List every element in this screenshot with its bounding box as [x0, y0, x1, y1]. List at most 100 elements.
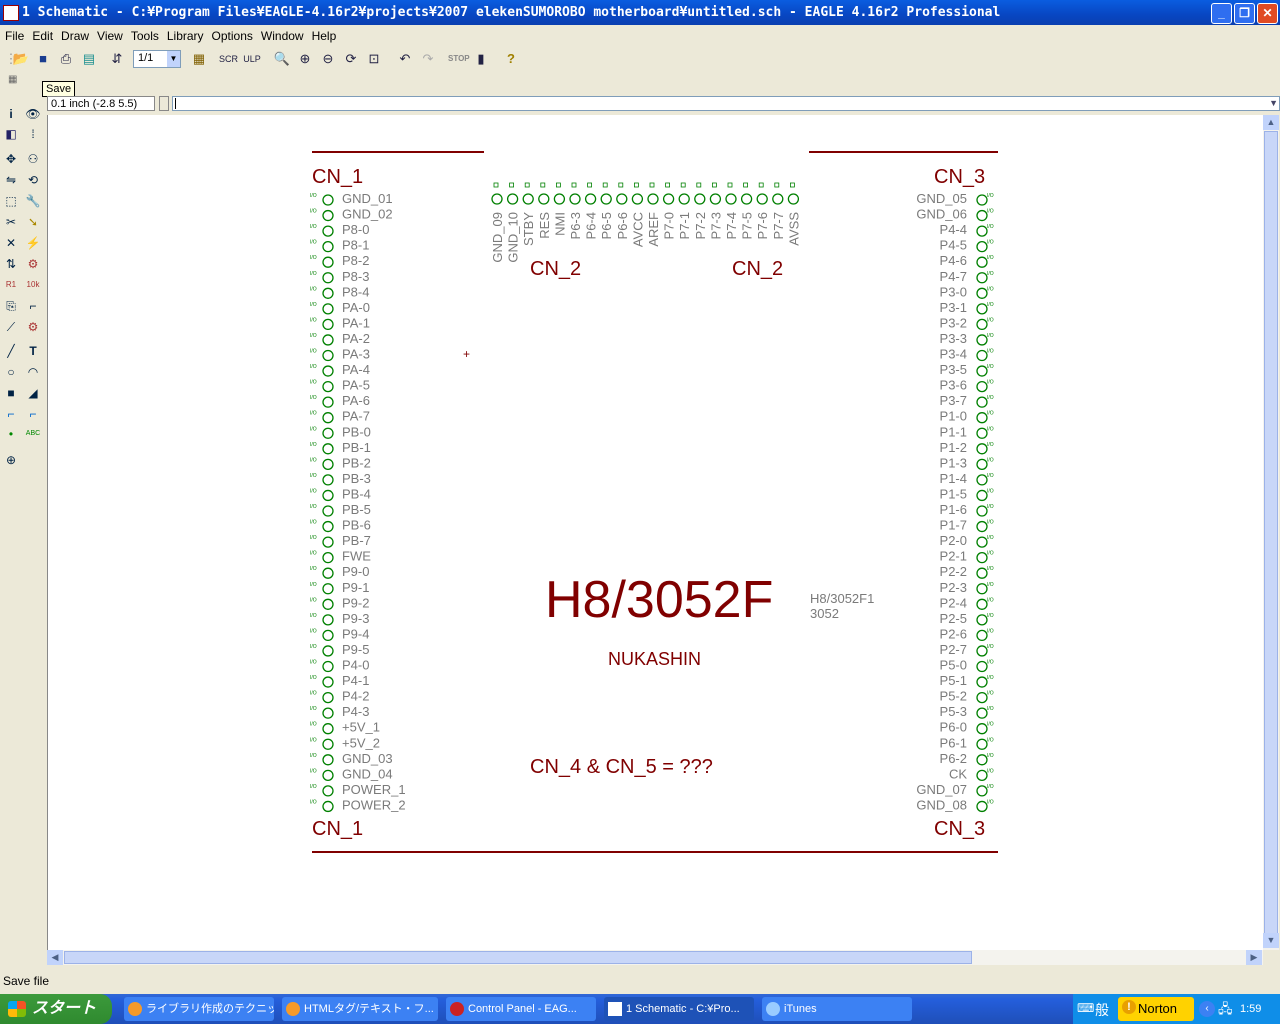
move-icon[interactable]: ✥ — [2, 150, 20, 168]
split-icon[interactable]: ⟋ — [2, 318, 20, 336]
cn1-pin-io: I/O — [310, 193, 317, 199]
scroll-left-icon[interactable]: ◀ — [47, 950, 63, 965]
vertical-scroll-thumb[interactable] — [1264, 131, 1278, 945]
arc-icon[interactable]: ◠ — [24, 363, 42, 381]
erc-icon[interactable]: ⊕ — [2, 451, 20, 469]
horizontal-scroll-thumb[interactable] — [64, 951, 972, 964]
rotate-icon[interactable]: ⟲ — [24, 171, 42, 189]
rect-icon[interactable]: ■ — [2, 384, 20, 402]
paste-icon[interactable]: ➘ — [24, 213, 42, 231]
show-eye-icon[interactable]: 👁 — [24, 105, 42, 123]
cn1-pin-label: PB-6 — [342, 518, 371, 533]
zoom-fit-icon[interactable]: 🔍 — [273, 50, 291, 68]
change-wrench-icon[interactable]: 🔧 — [24, 192, 42, 210]
minimize-button[interactable]: _ — [1211, 3, 1232, 24]
redraw-icon[interactable]: ⟳ — [342, 50, 360, 68]
menu-edit[interactable]: Edit — [27, 26, 56, 43]
cn1-pin-io: I/O — [310, 644, 317, 650]
task-firefox-1[interactable]: ライブラリ作成のテクニッ... — [124, 997, 274, 1021]
help-icon[interactable]: ? — [502, 50, 520, 68]
use-library-icon[interactable]: ⇵ — [108, 50, 126, 68]
replace-icon[interactable]: ⚙ — [24, 255, 42, 273]
zoom-in-icon[interactable]: ⊕ — [296, 50, 314, 68]
undo-icon[interactable]: ↶ — [396, 50, 414, 68]
name-icon[interactable]: R1 — [2, 276, 20, 294]
scroll-right-icon[interactable]: ▶ — [1246, 950, 1262, 965]
menu-library[interactable]: Library — [162, 26, 207, 43]
script-icon[interactable]: SCR — [219, 50, 238, 68]
print-icon[interactable]: ⎙ — [57, 50, 75, 68]
delete-icon[interactable]: ✕ — [2, 234, 20, 252]
scroll-down-icon[interactable]: ▼ — [1263, 933, 1279, 948]
miter-icon[interactable]: ⌐ — [24, 297, 42, 315]
copy-icon[interactable]: ⚇ — [24, 150, 42, 168]
grid-button[interactable] — [159, 96, 169, 111]
pinswap-icon[interactable]: ⇅ — [2, 255, 20, 273]
menu-help[interactable]: Help — [307, 26, 340, 43]
chevron-down-icon[interactable]: ▼ — [1269, 98, 1278, 108]
task-control-panel[interactable]: Control Panel - EAG... — [446, 997, 596, 1021]
menu-draw[interactable]: Draw — [56, 26, 92, 43]
cn2-pin-label: GND_09 — [490, 212, 505, 263]
firefox-icon — [128, 1002, 142, 1016]
menu-file[interactable]: File — [0, 26, 27, 43]
add-part-icon[interactable]: ⚡ — [24, 234, 42, 252]
close-button[interactable]: ✕ — [1257, 3, 1278, 24]
cut-icon[interactable]: ✂ — [2, 213, 20, 231]
ime-mode[interactable]: 般 — [1095, 1000, 1109, 1020]
mirror-icon[interactable]: ⇋ — [2, 171, 20, 189]
keyboard-icon[interactable]: ⌨ — [1077, 1001, 1094, 1015]
task-firefox-2[interactable]: HTMLタグ/テキスト・フ... — [282, 997, 438, 1021]
maximize-button[interactable]: ❐ — [1234, 3, 1255, 24]
bus-icon[interactable]: ⌐ — [2, 405, 20, 423]
eagle-app-icon[interactable] — [3, 5, 19, 21]
sheet-select[interactable]: 1/1 ▼ — [133, 50, 181, 68]
cam-icon[interactable]: ▤ — [80, 50, 98, 68]
zoom-select-icon[interactable]: ⊡ — [365, 50, 383, 68]
info-icon[interactable]: i — [2, 105, 20, 123]
label-icon[interactable]: ABC — [24, 425, 42, 443]
schematic-canvas[interactable]: CN_1 CN_1 CN_3 CN_3 CN_2 CN_2 H8/3052F H… — [47, 115, 1264, 950]
go-icon[interactable]: ▮ — [472, 50, 490, 68]
circle-icon[interactable]: ○ — [2, 363, 20, 381]
stop-icon[interactable]: STOP — [448, 50, 470, 68]
horizontal-scrollbar[interactable]: ◀ ▶ — [47, 950, 1263, 965]
cn3-pin-circle — [976, 660, 988, 673]
group-icon[interactable]: ⬚ — [2, 192, 20, 210]
redo-icon[interactable]: ↷ — [419, 50, 437, 68]
wire-icon[interactable]: ╱ — [2, 342, 20, 360]
smash-icon[interactable]: ⎘ — [2, 297, 20, 315]
cn2-pin-label: P7-4 — [724, 212, 739, 239]
grid-icon[interactable]: ▦ — [8, 74, 17, 85]
menu-options[interactable]: Options — [207, 26, 256, 43]
cn2-pin-label: AVSS — [786, 212, 801, 246]
net-icon[interactable]: ⌐ — [24, 405, 42, 423]
junction-icon[interactable]: • — [2, 425, 20, 443]
cn1-pin-label: P9-4 — [342, 626, 369, 641]
polygon-icon[interactable]: ◢ — [24, 384, 42, 402]
save-icon[interactable]: ■ — [34, 50, 52, 68]
menu-tools[interactable]: Tools — [126, 26, 162, 43]
network-icon[interactable]: 🖧 — [1218, 1000, 1233, 1022]
vertical-scrollbar[interactable]: ▲ ▼ — [1263, 115, 1279, 950]
mark-icon[interactable]: ⁞ — [24, 125, 42, 143]
scroll-up-icon[interactable]: ▲ — [1263, 115, 1279, 130]
open-folder-icon[interactable]: 📂 — [12, 50, 30, 68]
board-switch-icon[interactable]: ▦ — [190, 50, 208, 68]
zoom-out-icon[interactable]: ⊖ — [319, 50, 337, 68]
cn1-pin-io: I/O — [310, 411, 317, 417]
tray-expand-icon[interactable]: ‹ — [1199, 1001, 1215, 1017]
ulp-icon[interactable]: ULP — [243, 50, 261, 68]
chevron-down-icon[interactable]: ▼ — [167, 51, 180, 67]
task-schematic[interactable]: 1 Schematic - C:¥Pro... — [604, 997, 754, 1021]
cn3-pin-circle — [976, 256, 988, 268]
cn3-pin-io: I/O — [987, 240, 994, 246]
menu-view[interactable]: View — [92, 26, 126, 43]
display-layers-icon[interactable]: ◧ — [2, 125, 20, 143]
task-itunes[interactable]: iTunes — [762, 997, 912, 1021]
text-icon[interactable]: T — [24, 342, 42, 360]
command-line-input[interactable]: ▼ — [172, 96, 1280, 111]
invoke-icon[interactable]: ⚙ — [24, 318, 42, 336]
menu-window[interactable]: Window — [256, 26, 307, 43]
value-icon[interactable]: 10k — [24, 276, 42, 294]
